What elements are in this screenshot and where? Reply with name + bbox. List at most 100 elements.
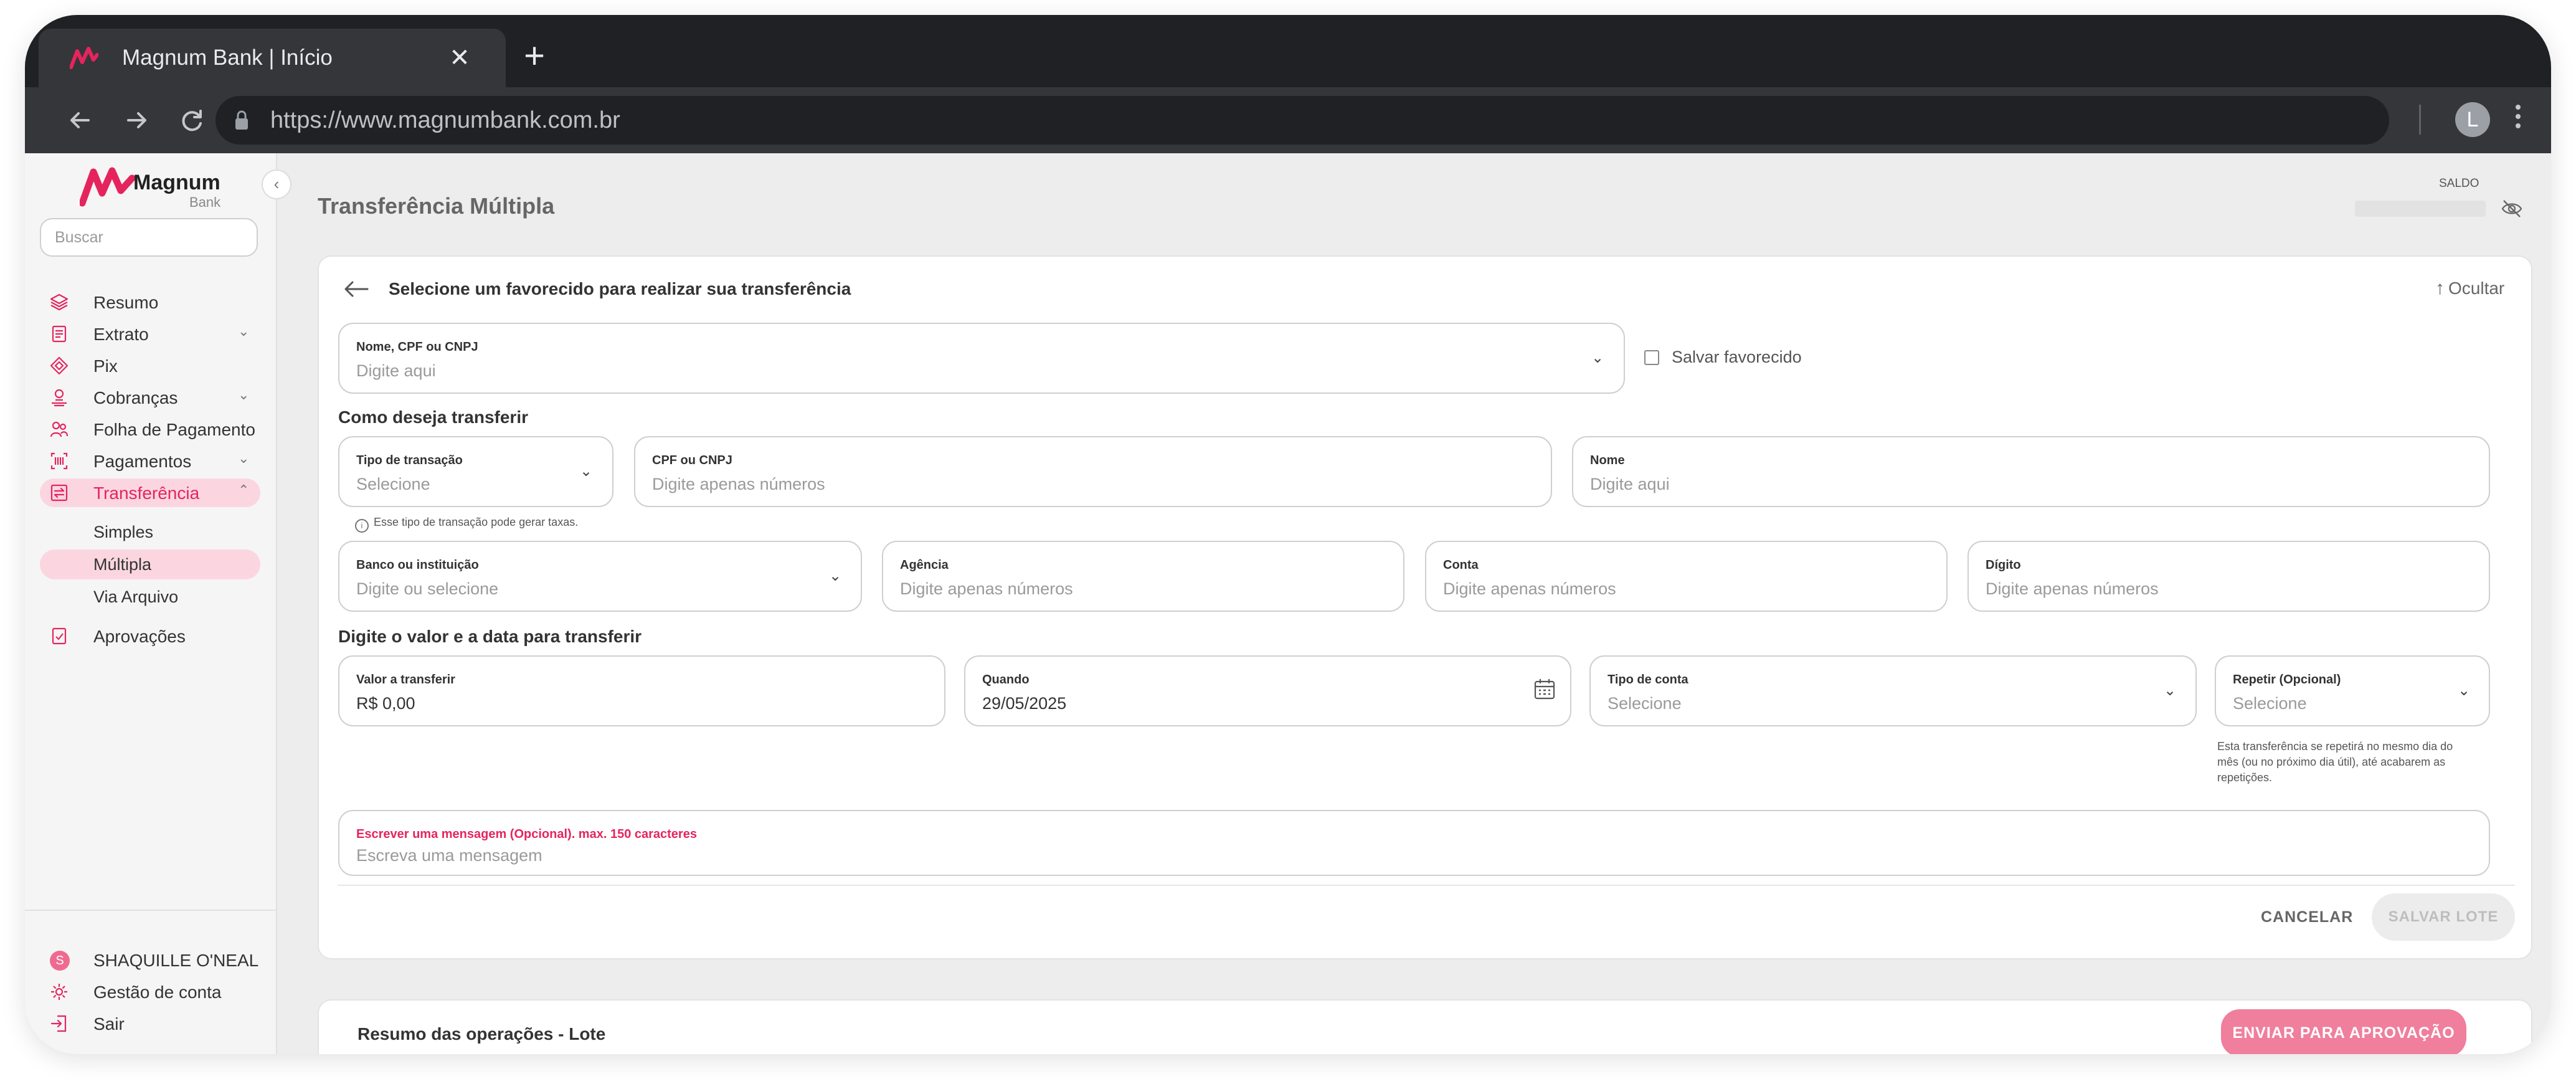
info-icon: i xyxy=(355,519,369,533)
sidebar-item-pagamentos[interactable]: Pagamentos ⌄ xyxy=(40,447,260,475)
sidebar-item-folha-de-pagamento[interactable]: Folha de Pagamento xyxy=(40,415,260,444)
user-name: SHAQUILLE O'NEAL xyxy=(93,951,259,970)
sidebar-item-aprovacoes[interactable]: Aprovações xyxy=(40,622,260,650)
address-bar[interactable]: https://www.magnumbank.com.br xyxy=(215,96,2389,145)
account-type-select[interactable]: Tipo de conta Selecione ⌄ xyxy=(1589,655,2197,726)
reload-icon[interactable] xyxy=(176,103,209,137)
browser-menu-icon[interactable] xyxy=(2509,101,2527,138)
eye-off-icon[interactable] xyxy=(2501,198,2523,219)
field-label: CPF ou CNPJ xyxy=(652,454,732,467)
browser-tab[interactable]: Magnum Bank | Início ✕ xyxy=(39,29,506,87)
sidebar-item-gestao-de-conta[interactable]: Gestão de conta xyxy=(40,977,260,1006)
batch-summary-title: Resumo das operações - Lote xyxy=(358,1024,606,1044)
field-label: Quando xyxy=(982,673,1030,687)
cpf-cnpj-input[interactable]: CPF ou CNPJ Digite apenas números xyxy=(634,436,1552,507)
sidebar-item-label: Pagamentos xyxy=(93,452,192,471)
page-title: Transferência Múltipla xyxy=(318,193,555,219)
bank-select[interactable]: Banco ou instituição Digite ou selecione… xyxy=(338,541,862,612)
batch-summary-card: Resumo das operações - Lote ENVIAR PARA … xyxy=(318,999,2532,1054)
field-label: Tipo de transação xyxy=(356,454,463,467)
calendar-icon[interactable] xyxy=(1533,678,1556,700)
sidebar-divider xyxy=(25,910,276,911)
approval-document-icon xyxy=(52,627,67,645)
hide-form-button[interactable]: ↑ Ocultar xyxy=(2435,278,2504,299)
gear-icon xyxy=(51,984,67,1000)
back-arrow-icon[interactable] xyxy=(343,277,370,302)
field-label: Repetir (Opcional) xyxy=(2233,673,2341,687)
forward-icon[interactable] xyxy=(120,103,153,137)
account-input[interactable]: Conta Digite apenas números xyxy=(1425,541,1948,612)
field-placeholder: Escreva uma mensagem xyxy=(356,846,542,865)
field-label: Agência xyxy=(900,558,949,572)
field-placeholder: Digite apenas números xyxy=(652,475,825,493)
transfer-form-card: Selecione um favorecido para realizar su… xyxy=(318,255,2532,959)
billing-icon xyxy=(52,389,67,407)
chevron-up-icon: ⌃ xyxy=(238,482,250,498)
document-icon xyxy=(52,325,67,343)
profile-avatar[interactable]: L xyxy=(2455,102,2490,137)
field-label: Tipo de conta xyxy=(1608,673,1688,687)
section-title-how: Como deseja transferir xyxy=(338,407,528,427)
browser-window: Magnum Bank | Início ✕ + https://www.mag… xyxy=(25,15,2551,1054)
field-placeholder: Digite aqui xyxy=(356,361,436,380)
repeat-hint-line: repetições. xyxy=(2217,771,2273,784)
sidebar-subitem-label: Simples xyxy=(93,523,154,541)
save-favorite-checkbox[interactable] xyxy=(1644,350,1659,365)
agency-input[interactable]: Agência Digite apenas números xyxy=(882,541,1404,612)
field-label: Dígito xyxy=(1986,558,2021,572)
name-input[interactable]: Nome Digite aqui xyxy=(1572,436,2490,507)
field-placeholder: Digite apenas números xyxy=(900,579,1073,598)
tab-title: Magnum Bank | Início xyxy=(122,45,333,70)
beneficiary-select[interactable]: Nome, CPF ou CNPJ Digite aqui ⌄ xyxy=(338,323,1625,394)
cancel-button[interactable]: CANCELAR xyxy=(2261,908,2353,926)
chevron-down-icon: ⌄ xyxy=(238,450,250,466)
sidebar-user[interactable]: S SHAQUILLE O'NEAL xyxy=(40,946,260,974)
main-content: Transferência Múltipla SALDO Selecione u… xyxy=(277,153,2551,1054)
sidebar-item-pix[interactable]: Pix xyxy=(40,351,260,380)
balance-hidden-value xyxy=(2355,201,2486,217)
field-value: R$ 0,00 xyxy=(356,694,415,713)
digit-input[interactable]: Dígito Digite apenas números xyxy=(1968,541,2490,612)
sidebar-item-extrato[interactable]: Extrato ⌄ xyxy=(40,320,260,348)
transaction-type-select[interactable]: Tipo de transação Selecione ⌄ xyxy=(338,436,613,507)
collapse-sidebar-button[interactable]: ‹ xyxy=(262,169,291,199)
chevron-down-icon: ⌄ xyxy=(829,568,842,584)
sidebar: Magnum Bank ‹ Buscar Resumo Extrato ⌄ Pi… xyxy=(25,153,291,1054)
layers-icon xyxy=(50,293,69,311)
sidebar-subitem-multipla[interactable]: Múltipla xyxy=(40,549,260,579)
logo-subtitle: Bank xyxy=(189,194,221,210)
sidebar-item-sair[interactable]: Sair xyxy=(40,1009,260,1038)
sidebar-search-input[interactable]: Buscar xyxy=(40,218,258,257)
sidebar-item-label: Transferência xyxy=(93,483,200,503)
sidebar-subitem-simples[interactable]: Simples xyxy=(40,517,260,547)
chevron-down-icon: ⌄ xyxy=(238,387,250,402)
field-label: Banco ou instituição xyxy=(356,558,479,572)
date-input[interactable]: Quando 29/05/2025 xyxy=(964,655,1571,726)
chevron-down-icon: ⌄ xyxy=(2458,682,2471,699)
sidebar-item-label: Gestão de conta xyxy=(93,982,222,1002)
sidebar-item-resumo[interactable]: Resumo xyxy=(40,288,260,316)
pix-icon xyxy=(50,356,69,375)
save-batch-button[interactable]: SALVAR LOTE xyxy=(2372,893,2515,941)
sidebar-subitem-via-arquivo[interactable]: Via Arquivo xyxy=(40,582,260,612)
chevron-down-icon: ⌄ xyxy=(2164,682,2177,699)
new-tab-icon[interactable]: + xyxy=(517,38,552,75)
sidebar-item-cobrancas[interactable]: Cobranças ⌄ xyxy=(40,383,260,412)
message-input[interactable]: Escrever uma mensagem (Opcional). max. 1… xyxy=(338,810,2490,876)
repeat-hint-line: Esta transferência se repetirá no mesmo … xyxy=(2217,740,2453,753)
url-text: https://www.magnumbank.com.br xyxy=(270,107,620,133)
amount-input[interactable]: Valor a transferir R$ 0,00 xyxy=(338,655,945,726)
sidebar-item-label: Folha de Pagamento xyxy=(93,420,255,439)
repeat-select[interactable]: Repetir (Opcional) Selecione ⌄ xyxy=(2215,655,2490,726)
field-placeholder: Digite aqui xyxy=(1590,475,1670,493)
field-label: Escrever uma mensagem (Opcional). max. 1… xyxy=(356,827,697,841)
tab-close-icon[interactable]: ✕ xyxy=(447,45,473,71)
sidebar-item-transferencia[interactable]: Transferência ⌃ xyxy=(40,478,260,507)
section-title-value: Digite o valor e a data para transferir xyxy=(338,627,642,646)
save-favorite-label: Salvar favorecido xyxy=(1672,348,1802,366)
balance-label: SALDO xyxy=(2439,177,2479,190)
field-placeholder: Selecione xyxy=(2233,694,2307,713)
send-for-approval-button[interactable]: ENVIAR PARA APROVAÇÃO xyxy=(2221,1009,2466,1054)
repeat-hint: Esta transferência se repetirá no mesmo … xyxy=(2217,739,2453,786)
back-icon[interactable] xyxy=(64,103,97,137)
